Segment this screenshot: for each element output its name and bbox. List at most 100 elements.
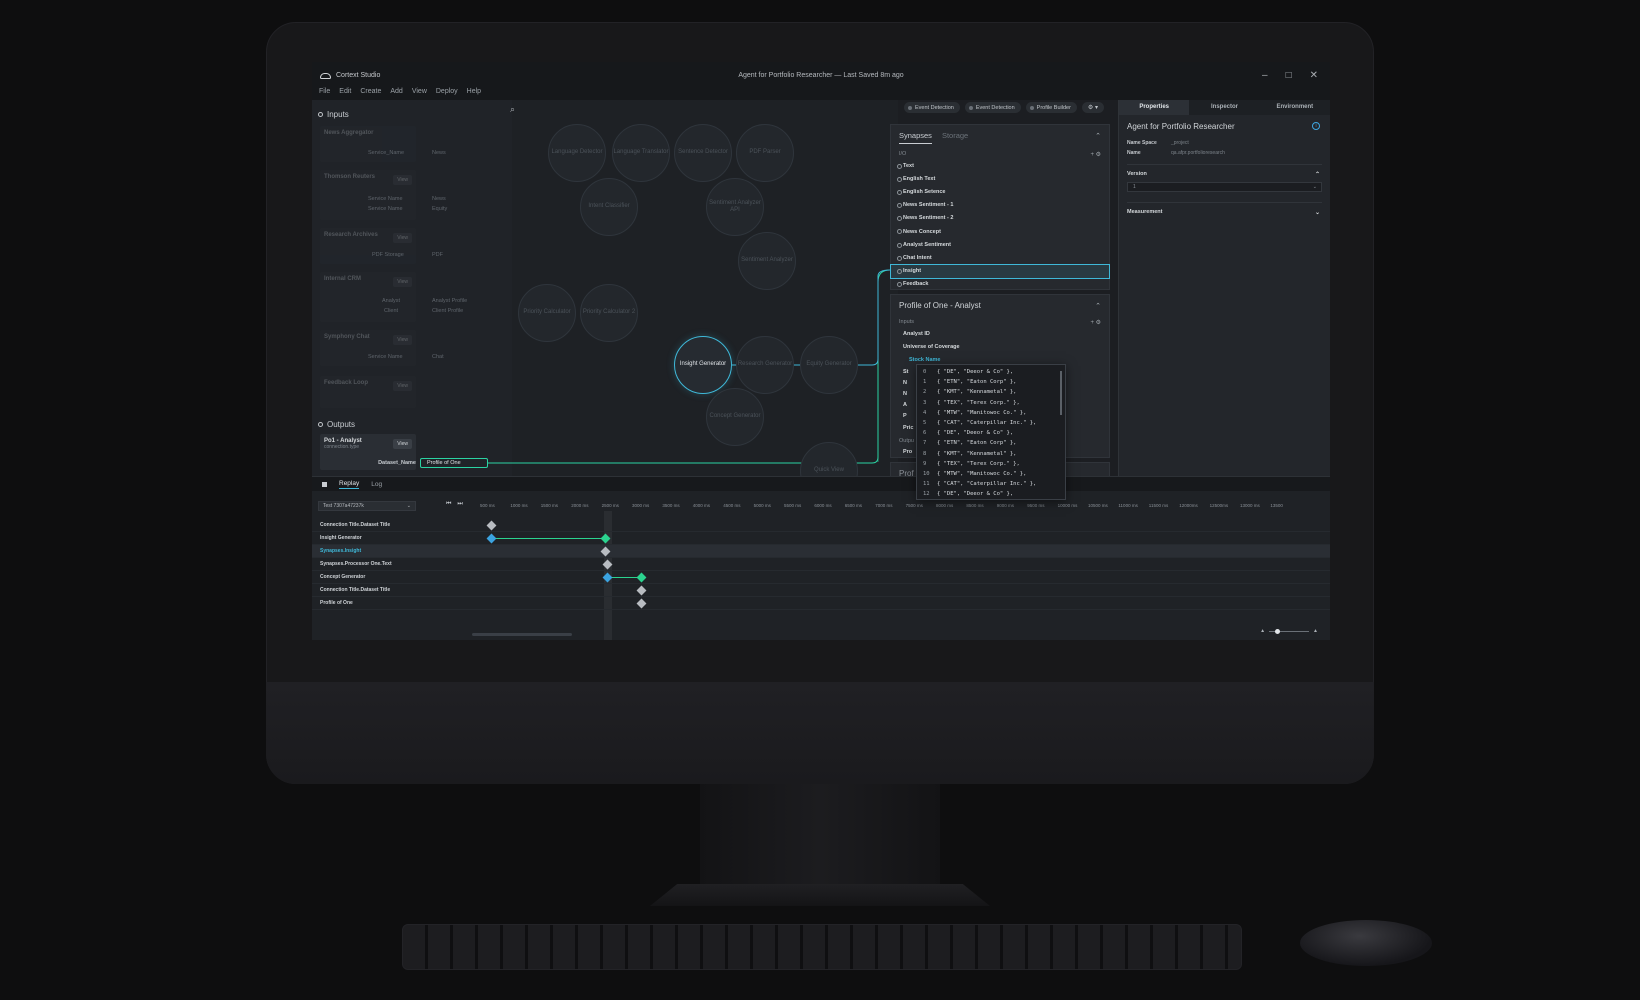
profile-row[interactable]: Analyst ID [903, 331, 930, 337]
line-number: 5 [923, 419, 927, 426]
zoom-slider[interactable] [1269, 628, 1310, 634]
search-icon[interactable]: ⌕ [510, 104, 515, 115]
code-line: 3 { "TEX", "Terex Corp." }, [923, 400, 1059, 410]
profile-row[interactable]: N [903, 391, 907, 397]
info-icon[interactable]: i [1312, 122, 1320, 130]
line-number: 7 [923, 440, 927, 447]
tab-properties[interactable]: Properties [1119, 100, 1190, 115]
tab-storage[interactable]: Storage [942, 131, 968, 144]
node-priority-calculator-2[interactable]: Priority Calculator 2 [580, 284, 638, 342]
chevron-up-icon[interactable]: ⌃ [1095, 132, 1101, 140]
synapse-item-selected[interactable]: Insight [890, 263, 1110, 279]
profile-row[interactable]: P [903, 413, 907, 419]
time-tick: 6000 ms [814, 503, 832, 508]
synapse-item[interactable]: News Concept [891, 225, 1109, 238]
code-line: 12 { "DE", "Deeor & Co" }, [923, 491, 1059, 499]
horizontal-scrollbar[interactable] [472, 633, 572, 636]
track-row[interactable] [312, 571, 1330, 584]
tab-inspector[interactable]: Inspector [1189, 100, 1259, 115]
track-row[interactable] [312, 597, 1330, 610]
zoom-out-icon[interactable]: ▲ [1260, 628, 1265, 634]
tab-replay[interactable]: Replay [339, 480, 360, 489]
node-pdf-parser[interactable]: PDF Parser [736, 124, 794, 182]
version-section[interactable]: Version ⌃ [1127, 164, 1322, 178]
node-sentiment-analyzer-api[interactable]: Sentiment Analyzer API [706, 178, 764, 236]
node-priority-calculator[interactable]: Priority Calculator [518, 284, 576, 342]
time-ruler[interactable]: 500 ms 1000 ms 1500 ms 2000 ms 2500 ms 3000 m… [480, 503, 1330, 511]
pill-profile-builder[interactable]: Profile Builder [1025, 102, 1077, 113]
time-tick: 13500 [1270, 503, 1283, 508]
pill-event-detection-2[interactable]: Event Detection [964, 102, 1021, 113]
synapse-item[interactable]: News Sentiment - 2 [891, 212, 1109, 225]
settings-gear-icon[interactable]: ⚙ ▾ [1081, 102, 1104, 113]
skip-back-icon[interactable]: ⏮ [446, 501, 451, 508]
synapse-item[interactable]: English Setence [891, 185, 1109, 198]
chevron-down-icon[interactable]: ⌄ [1315, 209, 1320, 216]
node-insight-generator[interactable]: Insight Generator [674, 336, 732, 394]
line-code: { "KMT", "Kennametal" }, [937, 389, 1017, 396]
node-language-translator[interactable]: Language Translator [612, 124, 670, 182]
time-tick: 10000 ms [1057, 503, 1078, 508]
node-sentence-detector[interactable]: Sentence Detector [674, 124, 732, 182]
track-row[interactable] [312, 558, 1330, 571]
profile-row[interactable]: Pro [903, 449, 912, 455]
zoom-in-icon[interactable]: ▲ [1313, 628, 1318, 634]
track-row[interactable] [312, 532, 1330, 545]
skip-forward-icon[interactable]: ⏭ [457, 501, 462, 508]
time-tick: 1000 ms [510, 503, 528, 508]
profile-row[interactable]: Universe of Coverage [903, 344, 960, 350]
properties-tabs: Properties Inspector Environment [1119, 100, 1330, 115]
chevron-up-icon[interactable]: ⌃ [1315, 171, 1320, 178]
profile-row-stock-name[interactable]: Stock Name [909, 357, 941, 363]
time-tick: 6500 ms [844, 503, 863, 508]
pill-event-detection-1[interactable]: Event Detection [904, 102, 960, 113]
node-sentiment-analyzer[interactable]: Sentiment Analyzer [738, 232, 796, 290]
line-number: 10 [923, 470, 930, 477]
tab-environment[interactable]: Environment [1260, 100, 1330, 115]
zoom-knob[interactable] [1275, 628, 1281, 634]
name-value: qa.afpr.portfolioresearch [1171, 150, 1225, 156]
profile-row[interactable]: St [903, 369, 909, 375]
track-row[interactable] [312, 519, 1330, 532]
measurement-section[interactable]: Measurement ⌄ [1127, 202, 1322, 216]
synapse-item[interactable]: Analyst Sentiment [891, 238, 1109, 251]
node-language-detector[interactable]: Language Detector [548, 124, 606, 182]
synapse-item[interactable]: English Text [891, 172, 1109, 185]
line-code: { "KMT", "Kennametal" }, [937, 450, 1017, 457]
time-tick: 5000 ms [753, 503, 771, 508]
profile-row[interactable]: Pric [903, 425, 913, 431]
synapse-item[interactable]: Text [891, 159, 1109, 172]
time-tick: 4500 ms [723, 503, 741, 508]
test-select[interactable]: Test 7307a47237k ⌄ [318, 501, 416, 511]
node-concept-generator[interactable]: Concept Generator [706, 388, 764, 446]
add-settings-icons[interactable]: + ⚙ [1090, 151, 1101, 158]
profile-row[interactable]: A [903, 402, 907, 408]
popup-scrollbar[interactable] [1060, 371, 1062, 415]
stop-icon[interactable] [322, 481, 327, 487]
add-settings-icons[interactable]: + ⚙ [1090, 319, 1101, 326]
time-tick: 12000ms [1179, 503, 1198, 508]
node-research-generator[interactable]: Research Generator [736, 336, 794, 394]
synapse-item[interactable]: News Sentiment - 1 [891, 199, 1109, 212]
version-select[interactable]: 1 ⌄ [1127, 182, 1322, 192]
synapse-item[interactable]: Feedback [891, 278, 1109, 291]
tab-log[interactable]: Log [371, 481, 382, 488]
code-line: 2 { "KMT", "Kennametal" }, [923, 389, 1059, 399]
replay-timeline: Replay Log Test 7307a47237k ⌄ ⏮ ⏭ 500 ms 1… [312, 476, 1330, 640]
stock-list-popup[interactable]: 0 { "DE", "Deeor & Co" }, 1 { "ETN", "Eaton… [916, 364, 1066, 500]
node-intent-classifier[interactable]: Intent Classifier [580, 178, 638, 236]
code-line: 7 { "ETN", "Eaton Corp" }, [923, 440, 1059, 450]
track-row[interactable] [312, 545, 1330, 558]
time-tick: 8000 ms [936, 503, 954, 508]
tab-synapses[interactable]: Synapses [899, 131, 932, 144]
chevron-down-icon: ⌄ [406, 503, 411, 509]
synapse-item[interactable]: Chat Intent [891, 251, 1109, 264]
node-equity-generator[interactable]: Equity Generator [800, 336, 858, 394]
line-code: { "MTW", "Manitowoc Co." }, [937, 470, 1027, 477]
chevron-up-icon[interactable]: ⌃ [1095, 302, 1101, 310]
timeline-tabs: Replay Log [312, 477, 1330, 491]
keyboard [402, 924, 1242, 970]
track-row[interactable] [312, 584, 1330, 597]
profile-outputs-label: Outpu [899, 438, 914, 444]
profile-row[interactable]: N [903, 380, 907, 386]
